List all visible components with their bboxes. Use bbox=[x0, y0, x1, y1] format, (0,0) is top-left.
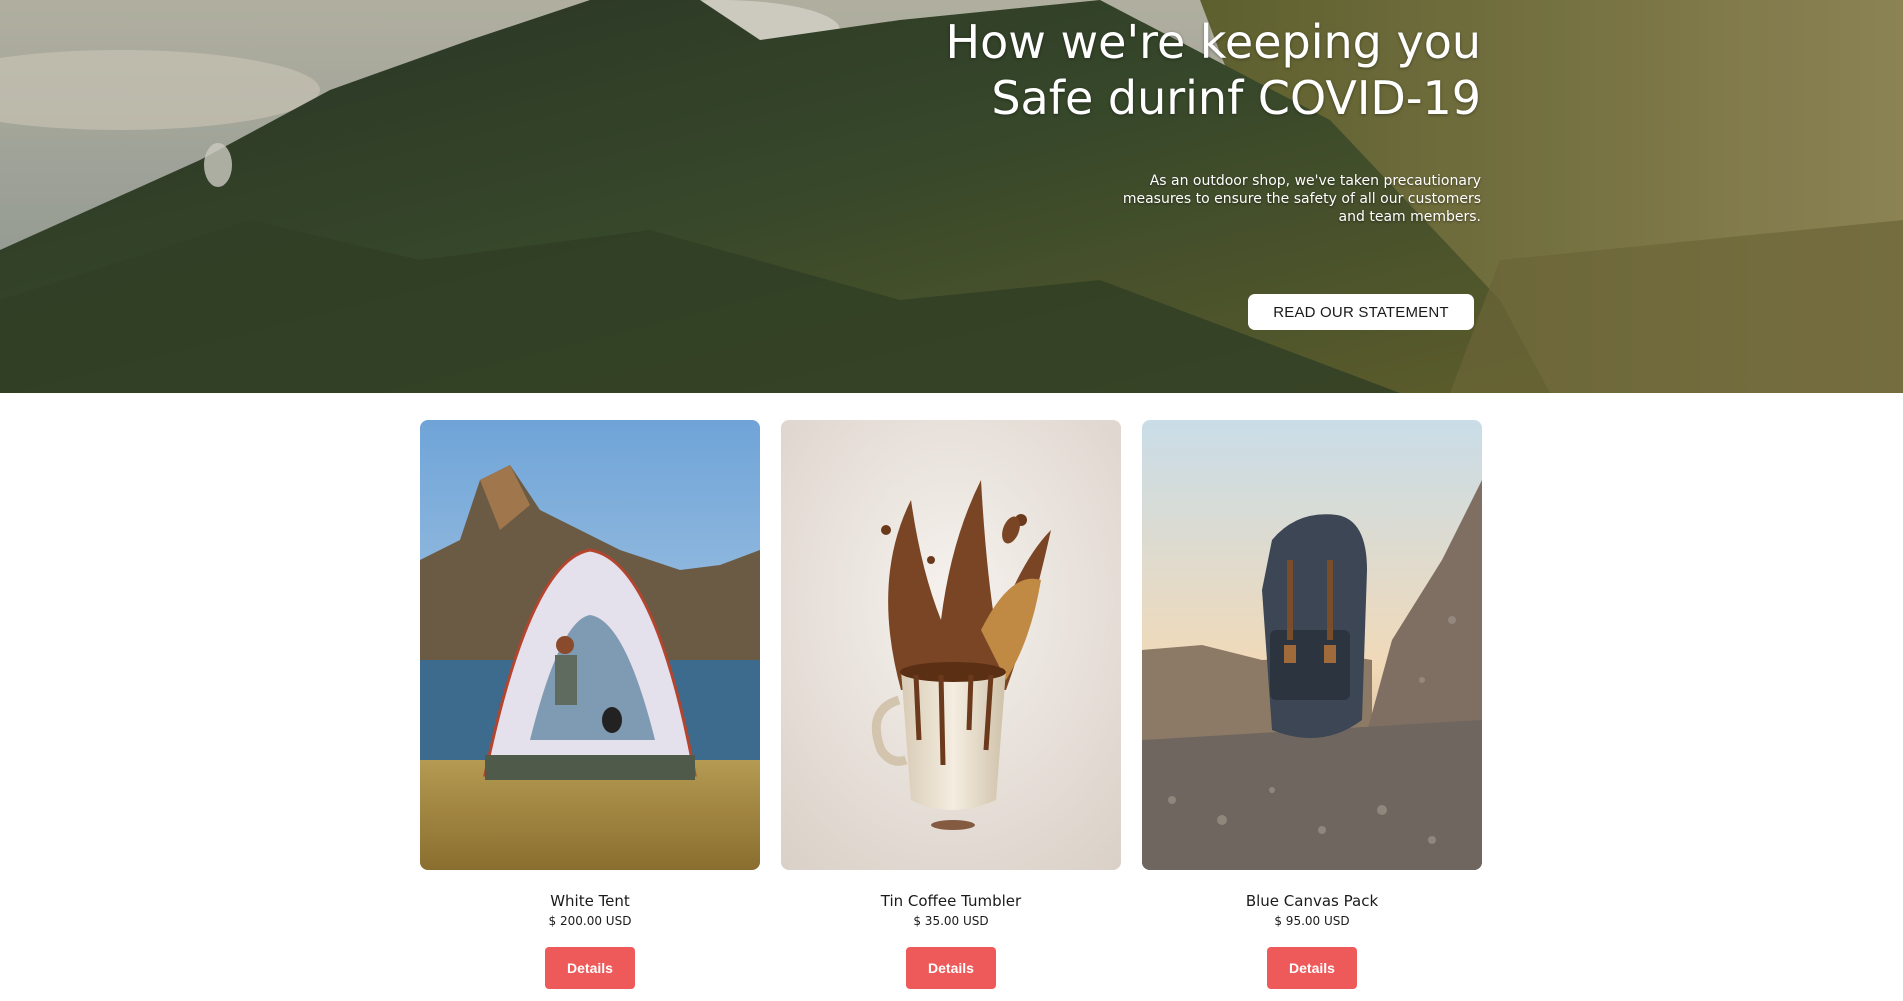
product-price: $ 95.00 USD bbox=[1274, 914, 1350, 928]
product-card: Tin Coffee Tumbler $ 35.00 USD Details bbox=[781, 420, 1121, 989]
product-image-backpack[interactable] bbox=[1142, 420, 1482, 870]
tent-image bbox=[420, 420, 760, 870]
hero-title-line1: How we're keeping you bbox=[945, 15, 1481, 69]
hero-title: How we're keeping you Safe durinf COVID-… bbox=[761, 14, 1481, 126]
product-name[interactable]: Blue Canvas Pack bbox=[1142, 891, 1482, 911]
hero-text-block: How we're keeping you Safe durinf COVID-… bbox=[761, 14, 1481, 226]
product-card: White Tent $ 200.00 USD Details bbox=[420, 420, 760, 989]
product-grid: White Tent $ 200.00 USD Details Tin Coff… bbox=[0, 393, 1903, 1001]
product-price: $ 35.00 USD bbox=[913, 914, 989, 928]
product-image-tent[interactable] bbox=[420, 420, 760, 870]
product-name[interactable]: Tin Coffee Tumbler bbox=[781, 891, 1121, 911]
product-price: $ 200.00 USD bbox=[548, 914, 632, 928]
product-image-coffee[interactable] bbox=[781, 420, 1121, 870]
details-button[interactable]: Details bbox=[1267, 947, 1357, 989]
hero-banner: How we're keeping you Safe durinf COVID-… bbox=[0, 0, 1903, 393]
hero-title-line2: Safe durinf COVID-19 bbox=[991, 71, 1481, 125]
details-button[interactable]: Details bbox=[545, 947, 635, 989]
product-card: Blue Canvas Pack $ 95.00 USD Details bbox=[1142, 420, 1482, 989]
hero-subtitle: As an outdoor shop, we've taken precauti… bbox=[1122, 173, 1481, 225]
details-button[interactable]: Details bbox=[906, 947, 996, 989]
coffee-image bbox=[781, 420, 1121, 870]
backpack-image bbox=[1142, 420, 1482, 870]
product-name[interactable]: White Tent bbox=[420, 891, 760, 911]
read-statement-button[interactable]: READ OUR STATEMENT bbox=[1248, 294, 1474, 330]
